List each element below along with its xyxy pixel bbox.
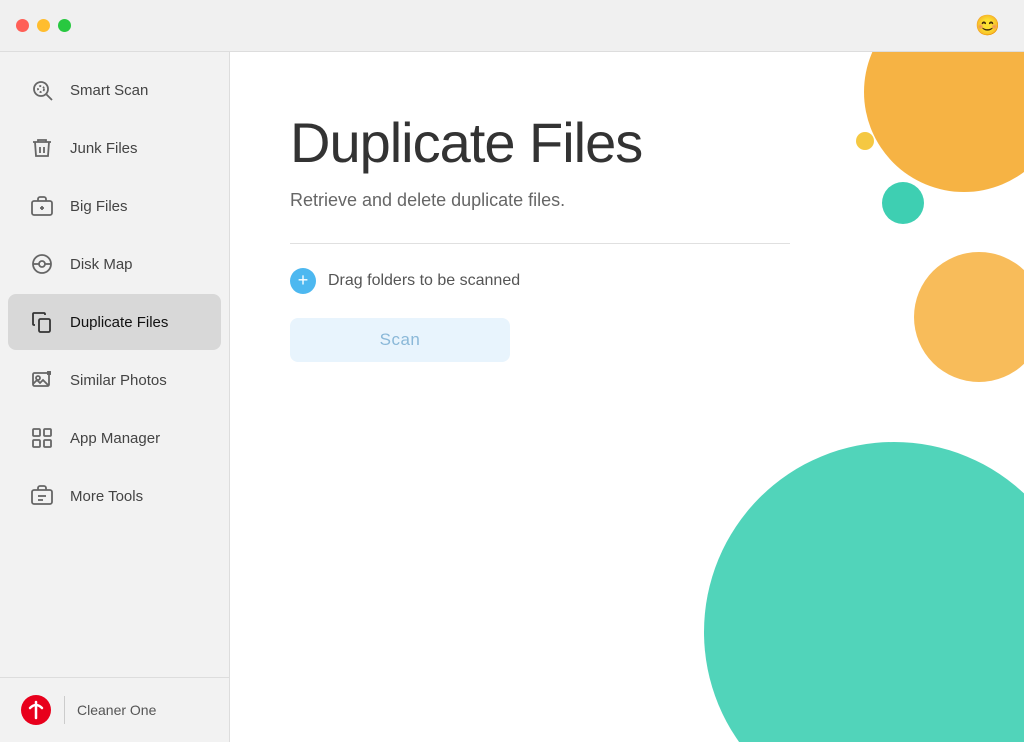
app-body: Smart Scan Junk Files [0,52,1024,742]
window-controls [16,19,71,32]
more-tools-label: More Tools [70,488,143,505]
content-divider [290,243,790,244]
trend-micro-logo [20,694,52,726]
drop-zone-label: Drag folders to be scanned [328,272,520,290]
disk-map-label: Disk Map [70,256,133,273]
sidebar-nav: Smart Scan Junk Files [0,52,229,677]
sidebar-item-disk-map[interactable]: Disk Map [8,236,221,292]
title-bar: 😊 [0,0,1024,52]
big-files-icon [28,192,56,220]
minimize-button[interactable] [37,19,50,32]
sidebar-item-duplicate-files[interactable]: Duplicate Files [8,294,221,350]
main-content: Duplicate Files Retrieve and delete dupl… [230,52,1024,742]
page-subtitle: Retrieve and delete duplicate files. [290,190,964,211]
smart-scan-icon [28,76,56,104]
deco-teal-large [704,442,1024,742]
brand-text: Cleaner One [77,702,156,718]
sidebar: Smart Scan Junk Files [0,52,230,742]
big-files-label: Big Files [70,198,128,215]
more-tools-icon [28,482,56,510]
sidebar-footer: Cleaner One [0,677,229,742]
sidebar-item-junk-files[interactable]: Junk Files [8,120,221,176]
close-button[interactable] [16,19,29,32]
duplicate-files-label: Duplicate Files [70,314,168,331]
add-folder-button[interactable]: + [290,268,316,294]
scan-button[interactable]: Scan [290,318,510,362]
app-icon: 😊 [975,13,1000,38]
app-manager-icon [28,424,56,452]
sidebar-item-more-tools[interactable]: More Tools [8,468,221,524]
similar-photos-label: Similar Photos [70,372,167,389]
disk-map-icon [28,250,56,278]
junk-files-icon [28,134,56,162]
sidebar-item-app-manager[interactable]: App Manager [8,410,221,466]
sidebar-item-big-files[interactable]: Big Files [8,178,221,234]
junk-files-label: Junk Files [70,140,138,157]
sidebar-item-similar-photos[interactable]: Similar Photos [8,352,221,408]
brand-divider [64,696,65,724]
duplicate-files-icon [28,308,56,336]
maximize-button[interactable] [58,19,71,32]
similar-photos-icon [28,366,56,394]
app-manager-label: App Manager [70,430,160,447]
drop-zone-row: + Drag folders to be scanned [290,268,964,294]
smart-scan-label: Smart Scan [70,82,148,99]
page-title: Duplicate Files [290,112,964,174]
sidebar-item-smart-scan[interactable]: Smart Scan [8,62,221,118]
